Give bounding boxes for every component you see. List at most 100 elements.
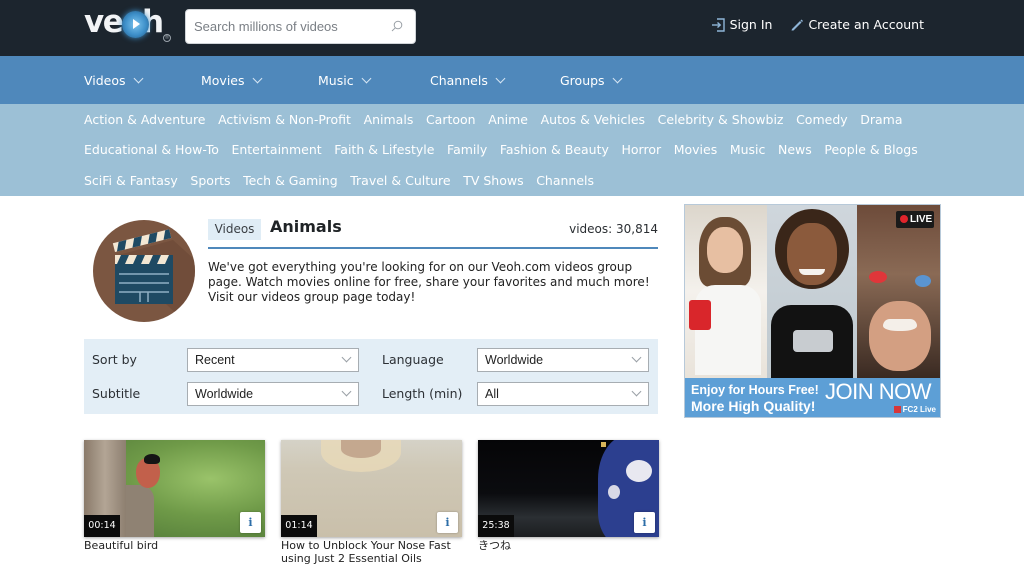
ad-brand-text: FC2 Live [902, 405, 936, 414]
chevron-down-icon [612, 73, 623, 84]
nav-videos[interactable]: Videos [84, 73, 143, 88]
category-link[interactable]: Drama [860, 112, 902, 127]
language-value: Worldwide [485, 353, 544, 367]
category-link[interactable]: Music [730, 142, 766, 157]
category-row: Educational & How-To Entertainment Faith… [84, 142, 930, 157]
filter-panel: Sort by Recent Language Worldwide Subtit… [84, 339, 658, 414]
sign-in-icon [711, 17, 725, 32]
category-link[interactable]: Movies [674, 142, 718, 157]
category-link[interactable]: News [778, 142, 812, 157]
main-nav: Videos Movies Music Channels Groups [0, 56, 1024, 104]
chevron-down-icon [361, 73, 372, 84]
category-bar: Action & Adventure Activism & Non-Profit… [0, 104, 1024, 196]
category-link[interactable]: Anime [488, 112, 528, 127]
ad-photo-3: LIVE [857, 205, 940, 378]
category-link[interactable]: People & Blogs [824, 142, 917, 157]
nav-label: Movies [201, 73, 245, 88]
chevron-down-icon [631, 386, 642, 397]
ad-brand: FC2 Live [893, 405, 936, 414]
nav-label: Channels [430, 73, 488, 88]
video-card: 25:38 i きつね [478, 440, 659, 552]
language-select[interactable]: Worldwide [477, 348, 649, 372]
ad-headline: Enjoy for Hours Free! [691, 383, 819, 397]
chevron-down-icon [495, 73, 506, 84]
live-badge: LIVE [896, 211, 934, 228]
category-link[interactable]: Horror [622, 142, 662, 157]
category-link[interactable]: Sports [190, 173, 230, 188]
category-link[interactable]: Celebrity & Showbiz [658, 112, 784, 127]
pencil-icon [791, 19, 804, 31]
category-link[interactable]: Cartoon [426, 112, 476, 127]
nav-movies[interactable]: Movies [201, 73, 262, 88]
video-duration: 01:14 [281, 515, 317, 537]
category-link[interactable]: Animals [364, 112, 414, 127]
subtitle-select[interactable]: Worldwide [187, 382, 359, 406]
category-link[interactable]: Comedy [796, 112, 848, 127]
info-icon[interactable]: i [634, 512, 655, 533]
category-row: Action & Adventure Activism & Non-Profit… [84, 112, 915, 127]
category-link[interactable]: Educational & How-To [84, 142, 219, 157]
info-icon[interactable]: i [240, 512, 261, 533]
play-icon [122, 11, 149, 38]
ad-photo-1 [685, 205, 767, 378]
video-title[interactable]: Beautiful bird [84, 539, 265, 552]
account-links: Sign In Create an Account [711, 17, 924, 32]
clapperboard-icon [93, 220, 195, 322]
search-box [185, 9, 416, 44]
video-card: 01:14 i How to Unblock Your Nose Fast us… [281, 440, 462, 565]
video-title[interactable]: きつね [478, 539, 659, 552]
category-link[interactable]: Entertainment [231, 142, 321, 157]
video-thumbnail[interactable]: 25:38 i [478, 440, 659, 537]
nav-music[interactable]: Music [318, 73, 372, 88]
category-link[interactable]: Action & Adventure [84, 112, 206, 127]
category-link[interactable]: Family [447, 142, 487, 157]
nav-label: Groups [560, 73, 605, 88]
video-thumbnail[interactable]: 01:14 i [281, 440, 462, 537]
category-link[interactable]: TV Shows [463, 173, 523, 188]
nav-groups[interactable]: Groups [560, 73, 623, 88]
chevron-down-icon [252, 73, 262, 84]
nav-label: Videos [84, 73, 126, 88]
ad-cta[interactable]: JOIN NOW [825, 379, 932, 405]
search-icon[interactable] [391, 20, 403, 32]
search-input[interactable] [194, 10, 384, 43]
chevron-down-icon [341, 352, 352, 363]
sort-by-value: Recent [195, 353, 235, 367]
language-label: Language [382, 352, 444, 367]
ad-banner: Enjoy for Hours Free! More High Quality!… [685, 378, 940, 417]
chevron-down-icon [341, 386, 352, 397]
category-link[interactable]: Autos & Vehicles [541, 112, 645, 127]
sign-in-link[interactable]: Sign In [711, 17, 772, 32]
video-card: 00:14 i Beautiful bird [84, 440, 265, 552]
category-link[interactable]: Tech & Gaming [243, 173, 338, 188]
chevron-down-icon [631, 352, 642, 363]
category-link[interactable]: Travel & Culture [350, 173, 450, 188]
chevron-down-icon [133, 73, 143, 84]
create-account-label: Create an Account [808, 17, 924, 32]
divider [208, 247, 658, 249]
ad-photo-2 [767, 205, 857, 378]
nav-label: Music [318, 73, 354, 88]
group-type-tag[interactable]: Videos [208, 219, 261, 240]
subtitle-label: Subtitle [92, 386, 141, 401]
category-link[interactable]: SciFi & Fantasy [84, 173, 178, 188]
create-account-link[interactable]: Create an Account [790, 17, 924, 32]
category-link[interactable]: Activism & Non-Profit [218, 112, 351, 127]
length-value: All [485, 387, 499, 401]
category-link[interactable]: Faith & Lifestyle [334, 142, 434, 157]
fc2-logo-icon [893, 406, 901, 413]
advertisement[interactable]: LIVE Enjoy for Hours Free! More High Qua… [684, 204, 941, 418]
group-description: We've got everything you're looking for … [208, 260, 650, 304]
info-icon[interactable]: i [437, 512, 458, 533]
video-count: videos: 30,814 [569, 222, 658, 236]
length-label: Length (min) [382, 386, 463, 401]
video-thumbnail[interactable]: 00:14 i [84, 440, 265, 537]
video-title[interactable]: How to Unblock Your Nose Fast using Just… [281, 539, 462, 565]
category-link[interactable]: Channels [536, 173, 594, 188]
sort-by-label: Sort by [92, 352, 137, 367]
veoh-logo[interactable]: veoh ® [84, 4, 174, 44]
length-select[interactable]: All [477, 382, 649, 406]
nav-channels[interactable]: Channels [430, 73, 506, 88]
sort-by-select[interactable]: Recent [187, 348, 359, 372]
category-link[interactable]: Fashion & Beauty [500, 142, 609, 157]
